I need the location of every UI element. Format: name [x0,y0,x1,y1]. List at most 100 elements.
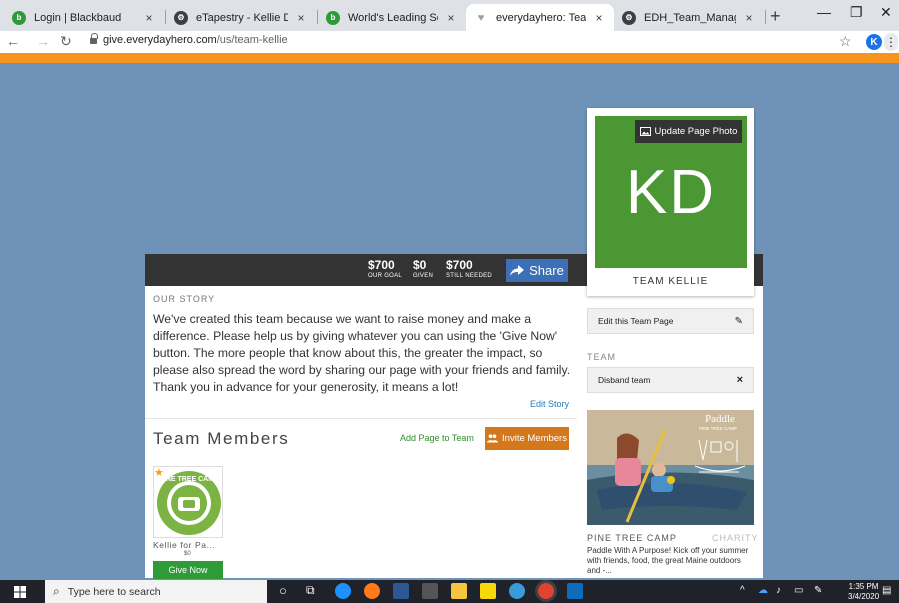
tab-title: World's Leading Software Com [348,11,438,24]
reload-icon[interactable]: ↻ [60,33,72,50]
divider [145,418,577,419]
new-tab-button[interactable]: + [770,6,781,27]
stat-needed: $700 STILL NEEDED [446,258,493,280]
blackbaud-favicon-icon: b [326,10,340,25]
back-icon[interactable]: ← [6,33,20,49]
window-close-icon[interactable]: ✕ [880,4,892,21]
invite-members-label: Invite Members [502,433,567,444]
member-name[interactable]: Kellie for Pa... [153,540,216,550]
tab-title: everydayhero: Team Kellie [496,11,586,24]
story-panel: OUR STORY We've created this team becaus… [145,286,577,579]
star-icon[interactable]: ☆ [839,33,852,50]
logo-text: PINE TREE CAMP [159,476,219,483]
settings-app-icon[interactable] [509,583,525,599]
tab-blackbaud-software[interactable]: b World's Leading Software Com × [318,4,466,31]
search-icon: ⌕ [53,584,60,598]
image-icon [639,127,651,136]
outlook-icon[interactable] [567,583,583,599]
disband-team-label: Disband team [598,375,651,385]
stat-goal: $700 OUR GOAL [368,258,403,280]
update-page-photo-button[interactable]: Update Page Photo [635,120,742,143]
taskbar-search-placeholder: Type here to search [67,585,161,598]
windows-start-icon[interactable] [14,586,26,598]
tab-strip: b Login | Blackbaud × ⚙ eTapestry - Kell… [0,0,899,31]
task-view-icon[interactable]: ⧉ [306,583,315,598]
tab-title: EDH_Team_Management_Guid [644,11,736,24]
close-icon[interactable]: × [294,11,308,25]
close-icon[interactable]: × [592,11,606,25]
charity-overlay-sub: PINE TREE CAMP [699,426,737,431]
stat-given-value: $0 [413,258,427,272]
charity-photo-illustration: Paddle PINE TREE CAMP [587,410,754,525]
address-toolbar: ← → ↻ give.everydayhero.com/us/team-kell… [0,31,899,53]
stat-needed-value: $700 [446,258,473,272]
profile-avatar[interactable]: K [866,34,882,50]
edit-story-link[interactable]: Edit Story [530,399,569,409]
users-icon [487,434,499,443]
file-explorer-icon[interactable] [451,583,467,599]
taskbar-search-input[interactable]: ⌕ Type here to search [45,580,267,603]
team-members-heading: Team Members [153,429,290,448]
story-text: We've created this team because we want … [153,312,571,394]
share-arrow-icon [510,264,525,276]
tab-separator [765,10,766,24]
lock-icon [90,33,98,45]
close-icon[interactable]: × [742,11,756,25]
notifications-icon[interactable]: ▤ [882,585,891,596]
close-icon[interactable]: × [142,11,156,25]
captain-star-icon: ★ [154,467,164,479]
share-label: Share [529,263,564,278]
cortana-icon[interactable]: ○ [279,583,287,598]
stat-goal-value: $700 [368,258,395,272]
team-name: TEAM KELLIE [632,276,709,287]
charity-overlay-title: Paddle [705,413,735,425]
pen-icon[interactable]: ✎ [814,585,822,596]
charity-name[interactable]: PINE TREE CAMP [587,533,677,543]
kebab-icon[interactable]: ⋮ [884,33,898,51]
invite-members-button[interactable]: Invite Members [485,427,569,450]
word-icon[interactable] [393,583,409,599]
firefox-icon[interactable] [364,583,380,599]
forward-icon[interactable]: → [36,33,50,49]
pencil-icon: ✎ [734,315,743,327]
give-now-button[interactable]: Give Now [153,561,223,579]
tab-title: eTapestry - Kellie DeMers - Pin [196,11,288,24]
disband-team-button[interactable]: Disband team × [587,367,754,393]
edit-team-page-button[interactable]: Edit this Team Page ✎ [587,308,754,334]
close-icon: × [736,374,743,386]
edge-icon[interactable] [335,583,351,599]
tab-edh-guide[interactable]: ⚙ EDH_Team_Management_Guid × [614,4,764,31]
tab-blackbaud-login[interactable]: b Login | Blackbaud × [4,4,164,31]
sticky-notes-icon[interactable] [480,583,496,599]
stat-goal-label: OUR GOAL [368,273,403,279]
tab-etapestry[interactable]: ⚙ eTapestry - Kellie DeMers - Pin × [166,4,316,31]
heart-favicon-icon: ♥ [477,11,485,24]
system-clock[interactable]: 1:35 PM 3/4/2020 [848,582,879,602]
add-page-to-team-link[interactable]: Add Page to Team [400,433,474,443]
minimize-icon[interactable]: — [817,4,831,20]
team-card: KD Update Page Photo TEAM KELLIE [587,108,754,296]
charity-description: Paddle With A Purpose! Kick off your sum… [587,546,749,575]
update-page-photo-label: Update Page Photo [654,126,738,137]
charity-type-label: CHARITY [712,533,759,543]
tab-everydayhero[interactable]: ♥ everydayhero: Team Kellie × [466,4,614,31]
network-icon[interactable]: ▭ [794,585,803,596]
tab-title: Login | Blackbaud [34,11,122,24]
url-field[interactable]: give.everydayhero.com/us/team-kellie [103,34,288,46]
onedrive-icon[interactable]: ☁ [758,585,768,596]
volume-icon[interactable]: ♪ [776,585,781,596]
url-domain: give.everydayhero.com [103,34,217,46]
charity-photo[interactable]: Paddle PINE TREE CAMP [587,410,754,525]
url-path: /us/team-kellie [216,34,288,46]
chevron-up-icon[interactable]: ^ [740,585,745,596]
share-button[interactable]: Share [506,259,568,282]
story-heading: OUR STORY [153,294,216,304]
clock-date: 3/4/2020 [848,592,880,601]
team-initials: KD [625,157,717,227]
team-section-label: TEAM [587,352,617,362]
stat-needed-label: STILL NEEDED [446,273,493,279]
close-icon[interactable]: × [444,11,458,25]
calculator-icon[interactable] [422,583,438,599]
restore-icon[interactable]: ❐ [850,4,863,21]
chrome-icon[interactable] [538,583,554,599]
